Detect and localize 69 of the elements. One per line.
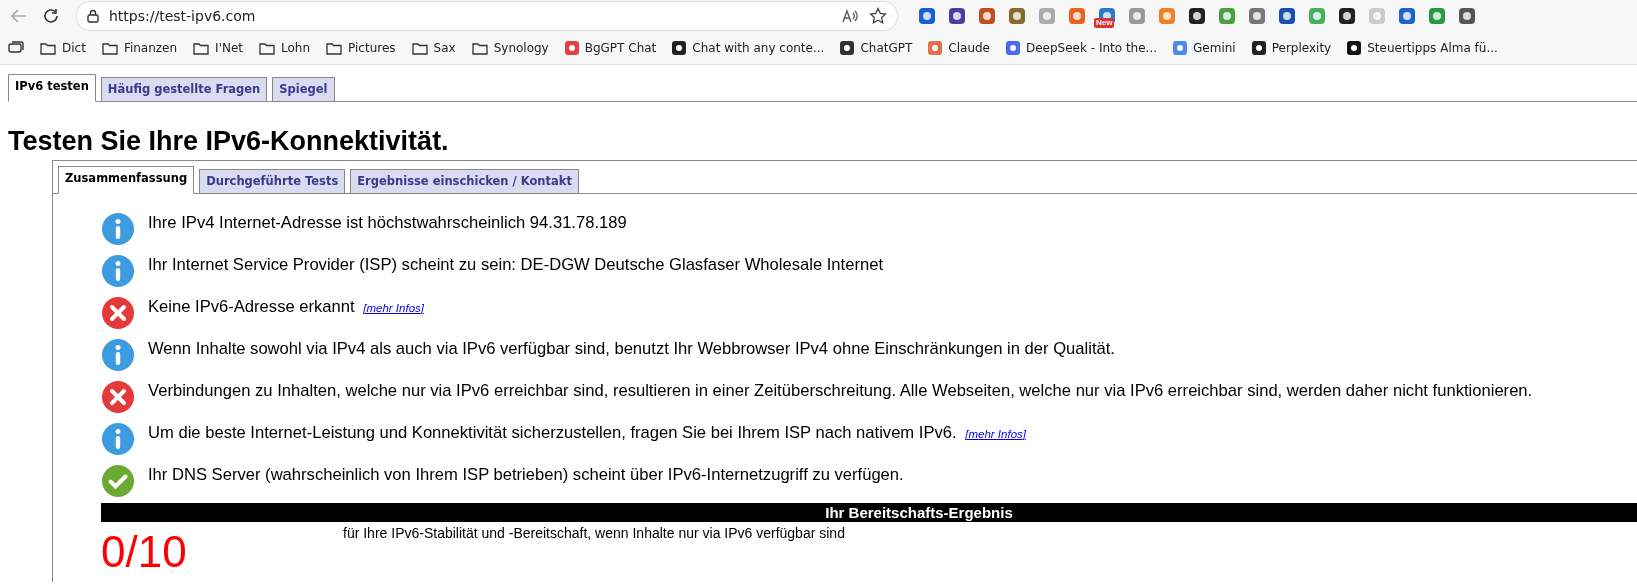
bookmark-folder[interactable]: Sax: [411, 41, 456, 55]
bookmark-folder[interactable]: Finanzen: [101, 41, 178, 55]
bookmark[interactable]: Steuertipps Alma fü...: [1347, 41, 1498, 55]
bookmark[interactable]: Perplexity: [1251, 41, 1332, 55]
site-icon: [928, 41, 943, 55]
bookmark-folder[interactable]: Synology: [471, 41, 549, 55]
message-text: Keine IPv6-Adresse erkannt [mehr Infos]: [148, 297, 424, 317]
bookmark[interactable]: Gemini: [1173, 41, 1236, 55]
reload-icon[interactable]: [42, 7, 60, 25]
new-badge: New: [1094, 18, 1115, 28]
folder-icon: [101, 41, 118, 55]
message-text: Wenn Inhalte sowohl via IPv4 als auch via IPv6 verfügbar sind, benutzt Ihr Webbrowser IPv4 ohne Einschränkungen in der Qualität.: [148, 339, 1115, 359]
bookmark-folder[interactable]: I'Net: [193, 41, 243, 55]
folder-icon: [326, 41, 343, 55]
folder-icon: [40, 41, 56, 55]
folder-icon: [193, 41, 210, 55]
tab[interactable]: Spiegel: [272, 77, 335, 101]
apps-icon[interactable]: [8, 41, 24, 55]
read-aloud-icon[interactable]: [841, 8, 859, 24]
tab[interactable]: Häufig gestellte Fragen: [100, 77, 268, 101]
score-value: 0/10: [101, 526, 188, 577]
info-icon: [101, 212, 135, 246]
bookmark[interactable]: BgGPT Chat: [564, 41, 657, 55]
message-text: Ihre IPv4 Internet-Adresse ist höchstwahrscheinlich 94.31.78.189: [148, 213, 627, 233]
bookmark-folder[interactable]: Lohn: [259, 41, 311, 55]
score-caption: für Ihre IPv6-Stabilität und -Bereitschaft, wenn Inhalte nur via IPv6 verfügbar sind: [343, 524, 845, 543]
address-bar[interactable]: https://test-ipv6.com: [76, 1, 898, 31]
extension-icon[interactable]: [1276, 5, 1298, 27]
site-icon: [1347, 41, 1362, 55]
tab[interactable]: Ergebnisse einschicken / Kontakt: [350, 169, 579, 193]
info-icon: [101, 338, 135, 372]
bookmark[interactable]: DeepSeek - Into the...: [1006, 41, 1158, 55]
info-icon: [101, 422, 135, 456]
bookmark-folder[interactable]: Pictures: [326, 41, 396, 55]
more-info-link[interactable]: [mehr Infos]: [363, 302, 424, 314]
bookmark[interactable]: ChatGPT: [840, 41, 913, 55]
site-icon: [840, 41, 855, 55]
folder-icon: [471, 41, 488, 55]
score-header: Ihr Bereitschafts-Ergebnis: [101, 503, 1637, 522]
star-icon[interactable]: [869, 7, 887, 25]
site-icon: [1173, 41, 1188, 55]
checkmark-icon: [101, 464, 135, 498]
bookmark-folder[interactable]: Dict: [40, 41, 86, 55]
extension-icon[interactable]: [1336, 5, 1358, 27]
message-text: Verbindungen zu Inhalten, welche nur via IPv6 erreichbar sind, resultieren in einer Zeitüberschreitung. Alle Webseiten, welche nur via IPv6 erreichbar sind, werden daher nicht funktionieren.: [148, 381, 1533, 401]
bookmark[interactable]: Claude: [928, 41, 990, 55]
lock-icon: [87, 9, 99, 23]
site-icon: [1006, 41, 1020, 55]
message-text: Ihr DNS Server (wahrscheinlich von Ihrem ISP betrieben) scheint über IPv6-Internetzugriff zu verfügen.: [148, 465, 904, 485]
extension-icon[interactable]: [946, 5, 968, 27]
tab[interactable]: Durchgeführte Tests: [199, 169, 346, 193]
message-text: Ihr Internet Service Provider (ISP) scheint zu sein: DE-DGW Deutsche Glasfaser Wholesale Internet: [148, 255, 884, 275]
close-icon: [101, 296, 135, 330]
extension-icon[interactable]: New: [1096, 5, 1118, 27]
bookmark[interactable]: Chat with any conte...: [672, 41, 825, 55]
site-icon: [564, 41, 579, 55]
more-info-link[interactable]: [mehr Infos]: [965, 428, 1026, 440]
extension-icon[interactable]: [1456, 5, 1478, 27]
close-icon: [101, 380, 135, 414]
folder-icon: [411, 41, 428, 55]
tab[interactable]: IPv6 testen: [8, 74, 96, 102]
message-text: Um die beste Internet-Leistung und Konnektivität sicherzustellen, fragen Sie bei Ihrem ISP nach nativem IPv6. [mehr Infos]: [148, 423, 1026, 443]
extension-icon[interactable]: [1186, 5, 1208, 27]
site-icon: [672, 41, 687, 55]
site-icon: [1251, 41, 1266, 55]
folder-icon: [259, 41, 275, 55]
tab[interactable]: Zusammenfassung: [58, 166, 195, 194]
page-heading: Testen Sie Ihre IPv6-Konnektivität.: [8, 126, 450, 157]
info-icon: [101, 254, 135, 288]
